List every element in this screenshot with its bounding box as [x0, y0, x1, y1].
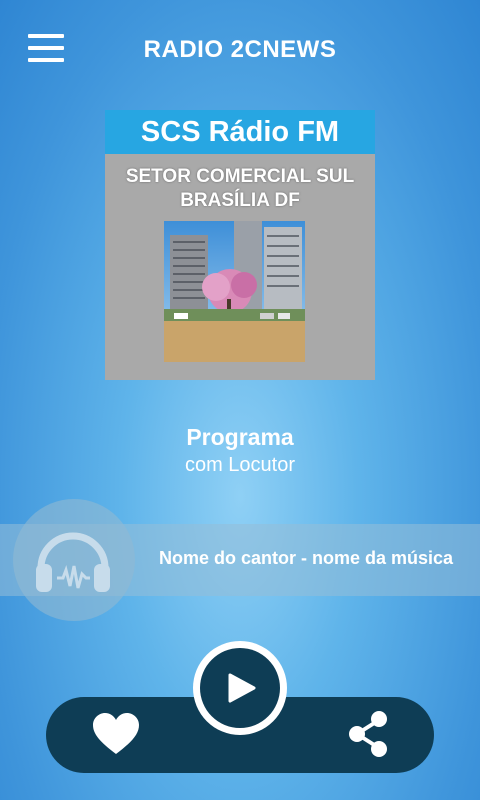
headphones-icon [33, 522, 113, 598]
station-cover-art: SCS Rádio FM SETOR COMERCIAL SUL BRASÍLI… [105, 110, 375, 380]
program-info: Programa com Locutor [0, 424, 480, 477]
play-button[interactable] [193, 641, 287, 735]
top-bar: RADIO 2CNEWS [0, 0, 480, 100]
station-name: SCS Rádio FM [105, 110, 375, 154]
program-host: com Locutor [184, 454, 296, 476]
program-name: Programa [186, 424, 294, 450]
cover-subtitle-line1: SETOR COMERCIAL SUL [125, 166, 355, 187]
now-playing-text: Nome do cantor - nome da música [159, 548, 454, 568]
cover-subtitle-line2: BRASÍLIA DF [180, 190, 300, 211]
play-button-inner [200, 648, 280, 728]
heart-icon[interactable] [92, 712, 140, 756]
share-icon[interactable] [345, 710, 391, 758]
play-icon [228, 673, 256, 703]
app-title: RADIO 2CNEWS [143, 36, 337, 63]
city-photo [164, 221, 305, 362]
